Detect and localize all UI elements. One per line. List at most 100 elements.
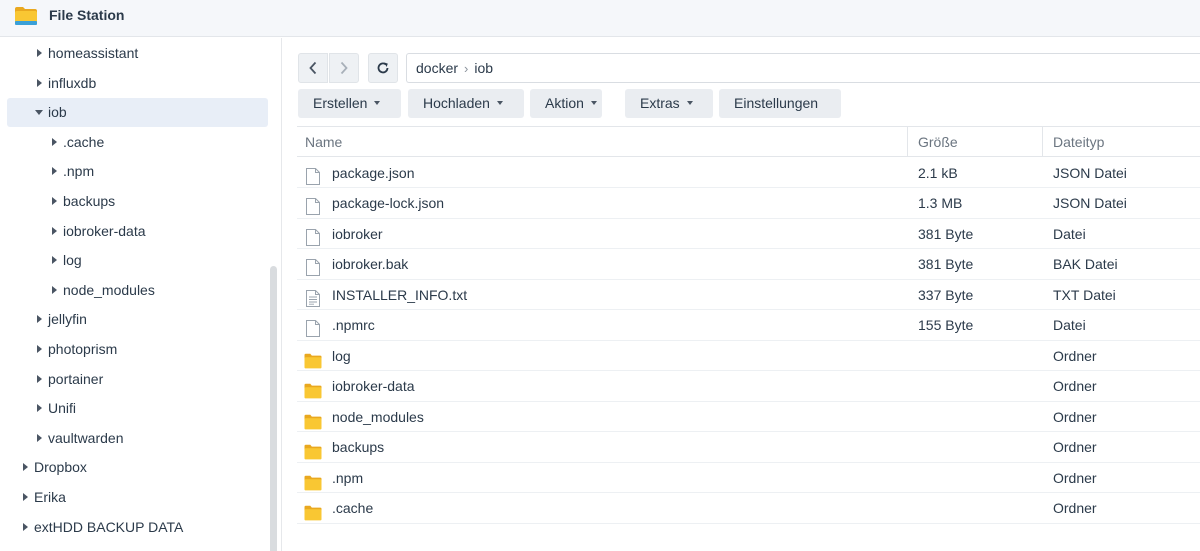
caret-right-icon[interactable]: [35, 394, 45, 423]
toolbar-button-label: Erstellen: [313, 95, 368, 111]
sidebar-item[interactable]: portainer: [7, 365, 268, 394]
file-size: 381 Byte: [918, 256, 974, 272]
file-size: 155 Byte: [918, 317, 974, 333]
caret-right-icon[interactable]: [50, 246, 60, 275]
toolbar-button[interactable]: Erstellen: [298, 89, 401, 118]
sidebar-item[interactable]: iob: [7, 98, 268, 128]
title-bar: File Station: [0, 0, 1200, 37]
table-row[interactable]: node_modules Ordner: [297, 402, 1200, 432]
toolbar-button[interactable]: Einstellungen: [719, 89, 841, 118]
sidebar-item[interactable]: homeassistant: [7, 39, 268, 68]
sidebar-item[interactable]: vaultwarden: [7, 424, 268, 453]
file-type: Ordner: [1053, 378, 1097, 394]
file-name: backups: [332, 439, 385, 455]
table-row[interactable]: iobroker.bak 381 Byte BAK Datei: [297, 249, 1200, 280]
toolbar-button[interactable]: Hochladen: [408, 89, 524, 118]
sidebar-item[interactable]: log: [7, 246, 268, 275]
sidebar-item-label: iobroker-data: [63, 222, 146, 239]
breadcrumb[interactable]: docker › iob: [406, 53, 1200, 83]
breadcrumb-item-docker[interactable]: docker: [416, 60, 458, 76]
table-row[interactable]: .cache Ordner: [297, 493, 1200, 524]
chevron-right-icon: [340, 61, 348, 75]
sidebar-item[interactable]: Erika: [7, 483, 268, 512]
sidebar-item-label: backups: [63, 193, 116, 209]
file-size: 2.1 kB: [918, 164, 958, 181]
caret-right-icon[interactable]: [35, 39, 45, 68]
table-row[interactable]: iobroker 381 Byte Datei: [297, 219, 1200, 249]
file-size: 337 Byte: [918, 286, 974, 303]
chevron-right-icon: ›: [464, 61, 469, 76]
sidebar-scrollbar[interactable]: [270, 266, 277, 551]
sidebar-item-label: vaultwarden: [48, 429, 124, 446]
caret-right-icon[interactable]: [35, 365, 45, 394]
folder-icon: [304, 501, 322, 521]
sidebar-item-label: Dropbox: [34, 459, 87, 476]
caret-down-icon: [590, 101, 597, 105]
caret-right-icon[interactable]: [35, 69, 45, 98]
sidebar: homeassistant influxdb iob .cache .npm backup…: [0, 38, 282, 551]
file-icon: [305, 165, 321, 185]
toolbar-button-label: Hochladen: [423, 95, 490, 111]
file-type: Ordner: [1053, 408, 1097, 425]
caret-right-icon[interactable]: [50, 128, 60, 157]
table-row[interactable]: log Ordner: [297, 341, 1200, 371]
sidebar-item[interactable]: .npm: [7, 157, 268, 186]
chevron-left-icon: [309, 61, 317, 75]
sidebar-item[interactable]: iobroker-data: [7, 217, 268, 246]
sidebar-item-label: homeassistant: [48, 45, 139, 61]
column-divider[interactable]: [907, 127, 908, 157]
folder-icon: [304, 349, 322, 368]
table-row[interactable]: iobroker-data Ordner: [297, 371, 1200, 402]
back-button[interactable]: [298, 53, 328, 83]
caret-right-icon[interactable]: [21, 483, 31, 512]
sidebar-item[interactable]: backups: [7, 187, 268, 216]
column-header-size[interactable]: Größe: [918, 127, 958, 157]
sidebar-item[interactable]: .cache: [7, 128, 268, 157]
caret-right-icon[interactable]: [50, 187, 60, 216]
column-divider[interactable]: [1042, 127, 1043, 157]
toolbar-button[interactable]: Aktion: [530, 89, 602, 118]
list-header: Name Größe Dateityp: [297, 126, 1200, 157]
sidebar-item-label: influxdb: [48, 74, 97, 91]
file-name: iobroker-data: [332, 378, 415, 394]
caret-right-icon[interactable]: [50, 276, 60, 305]
sidebar-item[interactable]: Dropbox: [7, 453, 268, 482]
app-title: File Station: [49, 7, 125, 23]
table-row[interactable]: package-lock.json 1.3 MB JSON Datei: [297, 188, 1200, 219]
caret-right-icon[interactable]: [21, 453, 31, 482]
file-name: INSTALLER_INFO.txt: [332, 286, 468, 303]
sidebar-item[interactable]: photoprism: [7, 335, 268, 364]
sidebar-item[interactable]: influxdb: [7, 69, 268, 98]
folder-icon: [304, 440, 322, 460]
file-type: JSON Datei: [1053, 164, 1127, 181]
file-type: BAK Datei: [1053, 256, 1118, 272]
caret-right-icon[interactable]: [35, 424, 45, 453]
column-header-type[interactable]: Dateityp: [1053, 127, 1104, 157]
sidebar-item-label: node_modules: [63, 281, 155, 298]
caret-right-icon[interactable]: [50, 157, 60, 186]
table-row[interactable]: backups Ordner: [297, 432, 1200, 463]
sidebar-item[interactable]: node_modules: [7, 276, 268, 305]
table-row[interactable]: package.json 2.1 kB JSON Datei: [297, 158, 1200, 188]
folder-icon: [304, 379, 322, 399]
table-row[interactable]: .npm Ordner: [297, 463, 1200, 493]
file-type: Datei: [1053, 317, 1086, 333]
forward-button[interactable]: [329, 53, 359, 83]
caret-right-icon[interactable]: [35, 305, 45, 334]
table-row[interactable]: INSTALLER_INFO.txt 337 Byte TXT Datei: [297, 280, 1200, 310]
sidebar-item[interactable]: jellyfin: [7, 305, 268, 334]
folder-icon: [15, 7, 37, 25]
sidebar-item[interactable]: Unifi: [7, 394, 268, 423]
sidebar-item-label: .npm: [63, 163, 95, 180]
column-header-name[interactable]: Name: [305, 127, 342, 157]
caret-right-icon[interactable]: [21, 513, 31, 542]
sidebar-item[interactable]: extHDD BACKUP DATA: [7, 513, 268, 542]
table-row[interactable]: .npmrc 155 Byte Datei: [297, 310, 1200, 341]
refresh-button[interactable]: [368, 53, 398, 83]
toolbar-button[interactable]: Extras: [625, 89, 713, 118]
caret-right-icon[interactable]: [50, 217, 60, 246]
breadcrumb-item-iob[interactable]: iob: [474, 60, 493, 76]
caret-down-icon[interactable]: [35, 98, 45, 127]
caret-right-icon[interactable]: [35, 335, 45, 364]
file-name: package-lock.json: [332, 195, 445, 211]
